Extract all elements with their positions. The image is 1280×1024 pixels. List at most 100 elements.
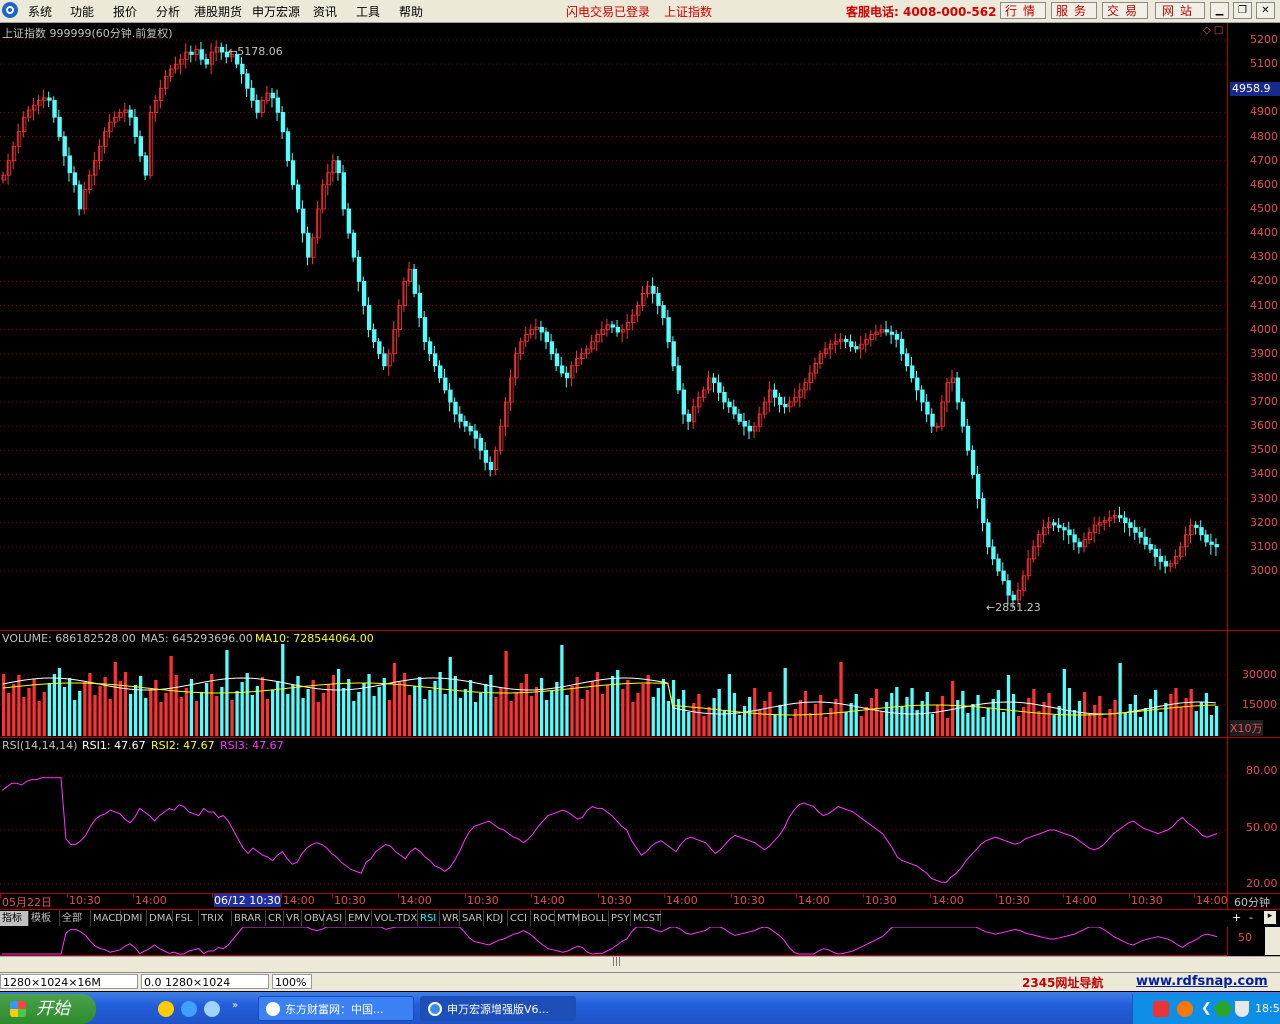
menu-system[interactable]: 系统 — [28, 3, 52, 20]
time-tick-mark — [67, 894, 68, 898]
minimize-icon[interactable]: ▁ — [1210, 2, 1229, 19]
trade-button[interactable]: 交易 — [1102, 2, 1148, 19]
candle-body — [377, 341, 382, 355]
candle-body — [910, 365, 915, 379]
indicator-tab-sar[interactable]: SAR — [460, 911, 484, 926]
input-method-icon[interactable] — [1153, 1001, 1169, 1017]
menu-news[interactable]: 资讯 — [313, 3, 337, 20]
scroll-right-icon[interactable]: ▸ — [1264, 911, 1276, 924]
candle-body — [976, 474, 981, 499]
restore-icon[interactable]: ❐ — [1233, 2, 1252, 19]
volume-bar — [179, 697, 183, 736]
taskbar-item-eastmoney[interactable]: 东方财富网：中国... — [258, 996, 414, 1021]
zoom-out-icon[interactable]: - — [1249, 911, 1253, 924]
quicklaunch-icon[interactable] — [158, 1001, 174, 1017]
scroll-grip-icon[interactable]: ||| — [612, 957, 621, 967]
indicator-tab-psy[interactable]: PSY — [609, 911, 631, 926]
menu-quote[interactable]: 报价 — [113, 3, 137, 20]
rsi-panel[interactable]: RSI(14,14,14) RSI1: 47.67 RSI2: 47.67 RS… — [0, 738, 1227, 893]
candle-body — [483, 449, 489, 463]
candle-body — [128, 109, 133, 118]
candle-body — [981, 498, 986, 524]
sub-axis: 50 — [1227, 927, 1280, 955]
indicator-tab-[interactable]: 全部 — [60, 911, 91, 926]
taskbar-item-swhy[interactable]: 申万宏源增强版V6... — [420, 996, 576, 1021]
market-button[interactable]: 行情 — [1000, 2, 1046, 19]
rsi-chart[interactable] — [0, 738, 1227, 893]
indicator-tab-dma[interactable]: DMA — [147, 911, 173, 926]
indicator-tab-[interactable]: 模板 — [29, 911, 60, 926]
sub-indicator-panel[interactable] — [0, 927, 1227, 956]
volume-bar — [321, 693, 325, 736]
indicator-tab-[interactable]: 指标 — [0, 911, 29, 926]
website-button[interactable]: 网站 — [1155, 2, 1205, 19]
menu-tools[interactable]: 工具 — [356, 3, 380, 20]
indicator-tab-kdj[interactable]: KDJ — [484, 911, 508, 926]
nav-link[interactable]: 2345网址导航 — [1022, 974, 1103, 991]
security-shield-icon[interactable] — [1235, 1001, 1249, 1017]
indicator-tab-cci[interactable]: CCI — [508, 911, 531, 926]
volume-bar — [448, 657, 452, 736]
status-zoom: 100% — [272, 974, 312, 989]
candlestick-chart[interactable] — [0, 23, 1227, 630]
volume-bar — [829, 708, 833, 736]
horizontal-scrollbar[interactable]: ||| — [0, 956, 1280, 972]
indicator-tab-mcst[interactable]: MCST — [631, 911, 661, 926]
quicklaunch-expand-icon[interactable]: » — [232, 1000, 238, 1011]
volume-bar — [986, 708, 990, 736]
zoom-in-icon[interactable]: + — [1232, 911, 1241, 924]
period-box[interactable]: 60分钟 — [1227, 894, 1280, 909]
ie-icon[interactable] — [181, 1001, 197, 1017]
indicator-tab-voltdx[interactable]: VOL-TDX — [372, 911, 418, 926]
indicator-tab-boll[interactable]: BOLL — [579, 911, 609, 926]
indicator-tab-mtm[interactable]: MTM — [555, 911, 580, 926]
volume-bar — [1133, 695, 1137, 736]
price-axis-tick: 4000 — [1250, 322, 1278, 336]
time-tick-mark — [731, 894, 732, 898]
indicator-tab-obv[interactable]: OBV — [302, 911, 325, 926]
network-icon[interactable] — [1215, 1001, 1231, 1017]
start-button[interactable]: 开始 — [0, 994, 96, 1024]
tray-arrow-icon[interactable]: ❮ — [1201, 1001, 1212, 1016]
price-chart-panel[interactable]: 上证指数 999999(60分钟.前复权) ←5178.06 ←2851.23 … — [0, 23, 1227, 630]
menu-hk-futures[interactable]: 港股期货 — [194, 3, 242, 20]
price-axis-tick: 3700 — [1250, 395, 1278, 409]
vertical-scrollbar[interactable] — [1265, 927, 1280, 955]
indicator-tab-vr[interactable]: VR — [284, 911, 302, 926]
indicator-tab-asi[interactable]: ASI — [324, 911, 346, 926]
indicator-tab-emv[interactable]: EMV — [346, 911, 372, 926]
volume-bar — [250, 695, 254, 736]
volume-bar — [844, 712, 848, 736]
indicator-tab-brar[interactable]: BRAR — [232, 911, 266, 926]
volume-chart[interactable] — [0, 631, 1227, 737]
indicator-tab-wr[interactable]: WR — [440, 911, 460, 926]
candle-body — [295, 184, 301, 210]
volume-panel[interactable]: VOLUME: 686182528.00 MA5: 645293696.00 M… — [0, 631, 1227, 737]
indicator-tab-macd[interactable]: MACD — [91, 911, 123, 926]
panel-controls-icon[interactable]: ◇ □ — [1203, 25, 1223, 36]
indicator-tab-rsi[interactable]: RSI — [418, 911, 440, 926]
volume-bar — [1042, 702, 1046, 736]
menu-analysis[interactable]: 分析 — [156, 3, 180, 20]
candle-body — [275, 97, 281, 113]
close-icon[interactable]: ✕ — [1256, 2, 1275, 19]
volume-axis-tick: 15000 — [1242, 698, 1277, 711]
volume-bar — [656, 688, 660, 736]
site-link[interactable]: www.rdfsnap.com — [1136, 974, 1268, 989]
indicator-tab-roc[interactable]: ROC — [531, 911, 555, 926]
candle-body — [783, 404, 788, 408]
sub-indicator-line — [2, 927, 1218, 955]
indicator-tab-cr[interactable]: CR — [266, 911, 284, 926]
menu-swhy[interactable]: 申万宏源 — [252, 3, 300, 20]
menu-help[interactable]: 帮助 — [399, 3, 423, 20]
indicator-tab-fsl[interactable]: FSL — [173, 911, 199, 926]
volume-bar — [849, 703, 853, 736]
volume-bar — [580, 699, 584, 736]
candle-body — [564, 372, 570, 379]
tray-app-icon[interactable] — [1177, 1001, 1193, 1017]
service-button[interactable]: 服务 — [1051, 2, 1097, 19]
menu-function[interactable]: 功能 — [70, 3, 94, 20]
browser-icon[interactable] — [204, 1001, 220, 1017]
indicator-tab-trix[interactable]: TRIX — [199, 911, 232, 926]
indicator-tab-dmi[interactable]: DMI — [121, 911, 147, 926]
